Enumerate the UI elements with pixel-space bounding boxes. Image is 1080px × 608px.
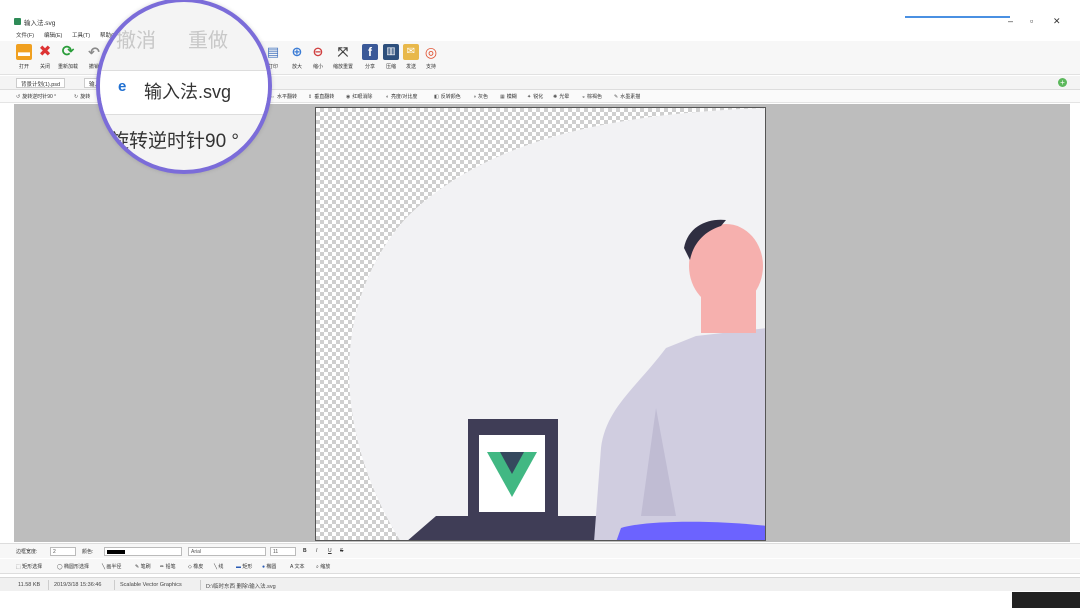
style-bar: 边框宽度: 2 颜色: Arial 11 B I U S <box>0 543 1080 558</box>
zoom-out-button[interactable]: ⊖ 缩小 <box>306 44 330 70</box>
line-tool[interactable]: ╲ 线 <box>214 563 223 570</box>
rectangle-tool[interactable]: ▬ 矩形 <box>236 563 252 570</box>
bottom-strip <box>0 592 1080 608</box>
edge-file-icon: e <box>118 78 127 95</box>
minimize-button[interactable]: – <box>1008 16 1013 26</box>
grayscale-icon: ◑ <box>473 94 477 100</box>
ellipse-tool[interactable]: ● 椭圆 <box>262 563 276 570</box>
zoom-out-icon: ⊖ <box>312 44 324 59</box>
flip-vertical-button[interactable]: ⇕ 垂直翻转 <box>308 93 334 100</box>
ellipse-select-icon: ◯ <box>57 564 64 570</box>
status-date: 2019/3/18 15:36:46 <box>54 582 102 588</box>
sketch-button[interactable]: ✎ 水墨素描 <box>614 93 640 100</box>
reload-button[interactable]: ⟳ 重新加载 <box>56 43 80 71</box>
zoom-reset-button[interactable]: ⤧ 缩放重置 <box>331 44 355 70</box>
rotate-ccw-button[interactable]: ↺ 旋转逆时针90 ° <box>16 93 56 100</box>
folder-icon: ▬ <box>16 44 32 60</box>
close-icon: ✖ <box>38 43 52 60</box>
border-width-label: 边框宽度: <box>16 549 38 555</box>
fit-icon: ⤧ <box>337 44 349 59</box>
menu-tools[interactable]: 工具(T) <box>72 31 90 39</box>
zoom-rotate-label: 旋转逆时针90 ° <box>110 131 240 152</box>
close-window-button[interactable]: ✕ <box>1053 16 1061 27</box>
app-window: 输入法.svg – ▫ ✕ 文件(F) 编辑(E) 工具(T) 帮助(H) ▬ … <box>0 0 1080 608</box>
zoom-redo-label: 重做 <box>188 30 228 52</box>
brightness-icon: ◐ <box>386 94 390 100</box>
rotate-button[interactable]: ↻ 旋转 <box>74 93 90 100</box>
status-separator <box>48 580 49 590</box>
rect-select-tool[interactable]: ⬚ 矩形选择 <box>16 563 42 570</box>
draw-tools-bar: ⬚ 矩形选择 ◯ 椭圆形选择 ╲ 画半径 ✎ 笔刷 ✏ 铅笔 ◇ 橡皮 ╲ 线 … <box>0 559 1080 574</box>
status-separator <box>200 580 201 590</box>
grayscale-button[interactable]: ◑ 灰色 <box>473 93 488 100</box>
eraser-tool[interactable]: ◇ 橡皮 <box>188 563 203 570</box>
illustration-svg <box>349 108 765 540</box>
color-label: 颜色: <box>82 549 94 555</box>
italic-button[interactable]: I <box>316 548 317 554</box>
menu-edit[interactable]: 编辑(E) <box>44 31 62 39</box>
tab-psd-file[interactable]: 背景计划(1).psd <box>16 78 66 88</box>
underline-button[interactable]: U <box>328 548 332 554</box>
maximize-button[interactable]: ▫ <box>1030 16 1033 26</box>
glow-icon: ✺ <box>553 94 558 100</box>
sketch-icon: ✎ <box>614 94 619 100</box>
invert-colors-button[interactable]: ◧ 反转颜色 <box>434 93 461 100</box>
image-canvas[interactable] <box>315 107 766 541</box>
status-separator <box>114 580 115 590</box>
color-picker[interactable] <box>104 547 182 556</box>
bold-button[interactable]: B <box>303 548 307 554</box>
status-bar: 11.58 KB 2019/3/18 15:36:46 Scalable Vec… <box>0 577 1080 591</box>
radius-tool[interactable]: ╲ 画半径 <box>102 563 121 570</box>
support-button[interactable]: ◎ 支持 <box>419 44 443 70</box>
zoom-magnifier: 撤消 重做 e 输入法.svg 旋转逆时针90 ° <box>96 0 272 174</box>
person-waist <box>616 521 765 540</box>
lifebuoy-icon: ◎ <box>424 44 438 60</box>
status-file-type: Scalable Vector Graphics <box>120 582 182 588</box>
strike-button[interactable]: S <box>340 548 343 554</box>
ellipse-select-tool[interactable]: ◯ 椭圆形选择 <box>57 563 89 570</box>
sharpen-button[interactable]: ✦ 锐化 <box>527 93 543 100</box>
zoom-divider <box>100 114 268 115</box>
rotate-icon: ↻ <box>74 94 79 100</box>
app-icon <box>14 18 21 25</box>
rotate-ccw-icon: ↺ <box>16 94 21 100</box>
zoom-file-tab-label: 输入法.svg <box>144 82 232 102</box>
taskbar-corner <box>1012 592 1080 608</box>
font-size-select[interactable]: 11 <box>270 547 296 556</box>
sepia-icon: ◒ <box>582 94 586 100</box>
red-eye-button[interactable]: ◉ 红眼消除 <box>346 93 372 100</box>
menu-file[interactable]: 文件(F) <box>16 31 34 39</box>
glow-button[interactable]: ✺ 光晕 <box>553 93 569 100</box>
facebook-icon: f <box>362 44 378 60</box>
color-swatch <box>107 549 125 554</box>
loading-bar <box>905 16 1010 18</box>
zoom-undo-label: 撤消 <box>116 30 156 52</box>
red-eye-icon: ◉ <box>346 94 351 100</box>
text-tool[interactable]: A 文本 <box>290 563 304 570</box>
compress-icon: ▥ <box>383 44 399 60</box>
flip-horizontal-button[interactable]: ⇔ 水平翻转 <box>270 93 297 100</box>
blur-button[interactable]: ▦ 模糊 <box>500 93 517 100</box>
reload-icon: ⟳ <box>61 43 75 60</box>
sepia-button[interactable]: ◒ 棕褐色 <box>582 93 602 100</box>
font-select[interactable]: Arial <box>188 547 266 556</box>
border-width-stepper[interactable]: 2 <box>50 547 76 556</box>
pencil-tool[interactable]: ✏ 铅笔 <box>160 563 176 570</box>
add-tab-button[interactable]: + <box>1058 78 1067 87</box>
invert-icon: ◧ <box>434 94 439 100</box>
zoom-in-icon: ⊕ <box>291 44 303 59</box>
close-file-button[interactable]: ✖ 关闭 <box>33 43 57 71</box>
flip-vertical-icon: ⇕ <box>308 94 313 100</box>
blur-icon: ▦ <box>500 94 505 100</box>
zoom-tool[interactable]: ⌕ 缩放 <box>316 563 330 570</box>
brush-tool[interactable]: ✎ 笔刷 <box>135 563 151 570</box>
mail-icon: ✉ <box>403 44 419 60</box>
status-file-path: D:\临时东西 删除\输入法.svg <box>206 584 276 590</box>
window-title: 输入法.svg <box>24 20 56 27</box>
status-file-size: 11.58 KB <box>18 582 41 588</box>
sharpen-icon: ✦ <box>527 94 532 100</box>
brightness-button[interactable]: ◐ 亮度/对比度 <box>386 93 417 100</box>
